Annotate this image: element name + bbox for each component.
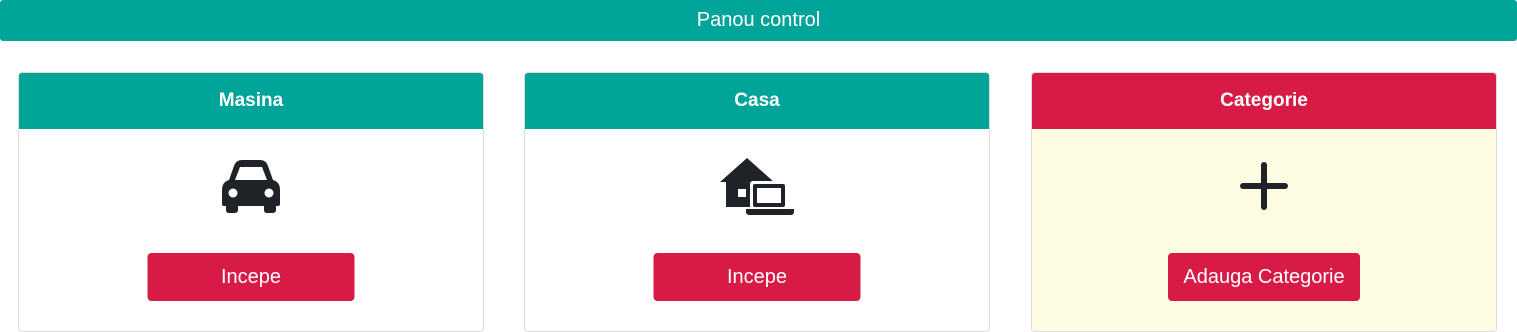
card-title: Masina xyxy=(218,90,284,111)
card-header: Masina xyxy=(19,73,483,129)
card-body: Incepe xyxy=(19,129,483,331)
start-button[interactable]: Incepe xyxy=(653,253,861,301)
card-categorie: Categorie Adauga Categorie xyxy=(1031,72,1497,332)
control-panel-bar: Panou control xyxy=(0,0,1517,41)
card-body: Incepe xyxy=(525,129,989,331)
start-button[interactable]: Incepe xyxy=(147,253,355,301)
card-masina: Masina Incepe xyxy=(18,72,484,332)
card-title: Casa xyxy=(734,90,780,111)
card-header: Casa xyxy=(525,73,989,129)
plus-icon xyxy=(1222,151,1306,221)
car-icon xyxy=(209,151,293,221)
page-title: Panou control xyxy=(696,9,821,31)
add-category-button[interactable]: Adauga Categorie xyxy=(1168,253,1360,301)
house-laptop-icon xyxy=(715,151,799,221)
card-title: Categorie xyxy=(1220,90,1308,111)
card-casa: Casa Incepe xyxy=(524,72,990,332)
card-header: Categorie xyxy=(1032,73,1496,129)
card-body: Adauga Categorie xyxy=(1032,129,1496,331)
